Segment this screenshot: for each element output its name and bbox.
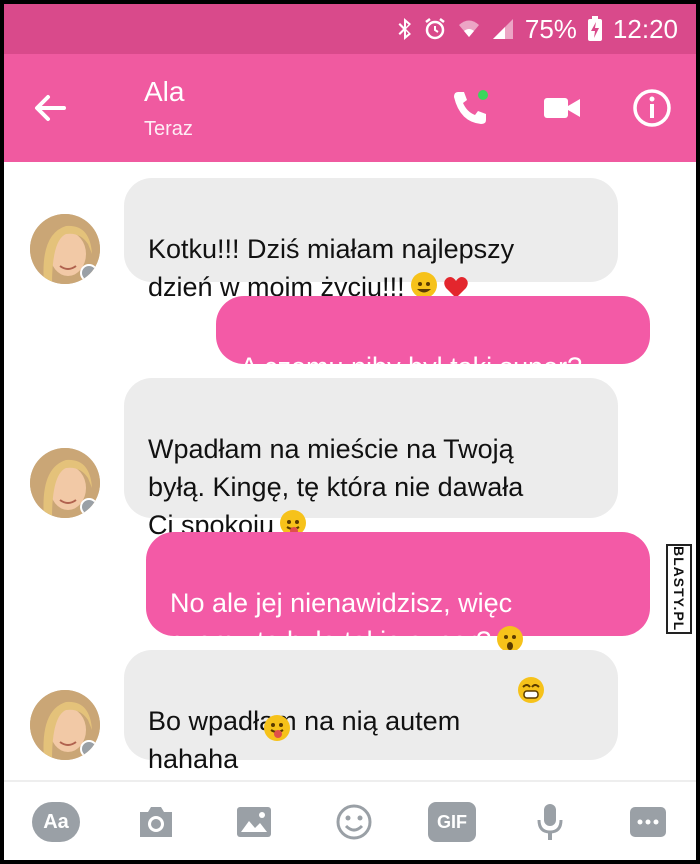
- tongue-out-emoji-icon: [264, 715, 290, 741]
- surprised-emoji-icon: [497, 626, 524, 652]
- message-list[interactable]: Kotku!!! Dziś miałam najlepszy dzień w m…: [4, 162, 696, 780]
- phone-icon[interactable]: [448, 86, 492, 130]
- message-text: Wpadłam na mieście na Twoją byłą. Kingę,…: [148, 434, 524, 540]
- message-bubble-outgoing[interactable]: A czemu niby był taki super?: [216, 296, 650, 382]
- image-icon[interactable]: [230, 802, 278, 842]
- microphone-icon[interactable]: [526, 802, 574, 842]
- status-bar: 75% 12:20: [4, 4, 696, 54]
- signal-icon: [491, 17, 515, 41]
- video-camera-icon[interactable]: [540, 86, 584, 130]
- message-text: No ale jej nienawidzisz, więc czemu to b…: [170, 588, 513, 656]
- composer-toolbar: Aa GIF: [4, 780, 696, 860]
- message-bubble-incoming[interactable]: Wpadłam na mieście na Twoją byłą. Kingę,…: [124, 378, 618, 540]
- clock-time: 12:20: [612, 13, 678, 44]
- phone-screen: 75% 12:20 Ala Teraz Kotku!!! Dziś miałam…: [0, 0, 700, 864]
- contact-avatar[interactable]: [30, 214, 100, 284]
- grinning-teeth-emoji-icon: [518, 677, 544, 703]
- alarm-icon: [423, 17, 447, 41]
- site-watermark: BLASTY.PL: [666, 544, 692, 634]
- message-bubble-incoming[interactable]: Kotku!!! Dziś miałam najlepszy dzień w m…: [124, 178, 618, 302]
- conversation-header: Ala Teraz: [4, 54, 696, 162]
- active-status: Teraz: [144, 118, 193, 140]
- text-input-button[interactable]: Aa: [32, 802, 80, 842]
- bluetooth-icon: [397, 17, 413, 41]
- camera-icon[interactable]: [132, 802, 180, 842]
- grinning-emoji-icon: [410, 272, 437, 298]
- message-bubble-incoming[interactable]: Bo wpadłam na nią autem hahaha: [124, 650, 618, 774]
- messenger-badge-icon: [80, 264, 98, 282]
- contact-avatar[interactable]: [30, 448, 100, 518]
- message-bubble-outgoing[interactable]: No ale jej nienawidzisz, więc czemu to b…: [146, 532, 650, 656]
- battery-percent: 75%: [524, 13, 577, 44]
- messenger-badge-icon: [80, 498, 98, 516]
- info-icon[interactable]: [630, 86, 674, 130]
- message-text: Bo wpadłam na nią autem hahaha: [148, 706, 461, 774]
- battery-charging-icon: [587, 16, 603, 42]
- wifi-icon: [457, 17, 481, 41]
- messenger-badge-icon: [80, 740, 98, 758]
- back-arrow-icon[interactable]: [30, 88, 70, 128]
- contact-avatar[interactable]: [30, 690, 100, 760]
- more-icon[interactable]: [624, 802, 672, 842]
- emoji-icon[interactable]: [330, 802, 378, 842]
- contact-name[interactable]: Ala: [144, 76, 184, 108]
- gif-button[interactable]: GIF: [428, 802, 476, 842]
